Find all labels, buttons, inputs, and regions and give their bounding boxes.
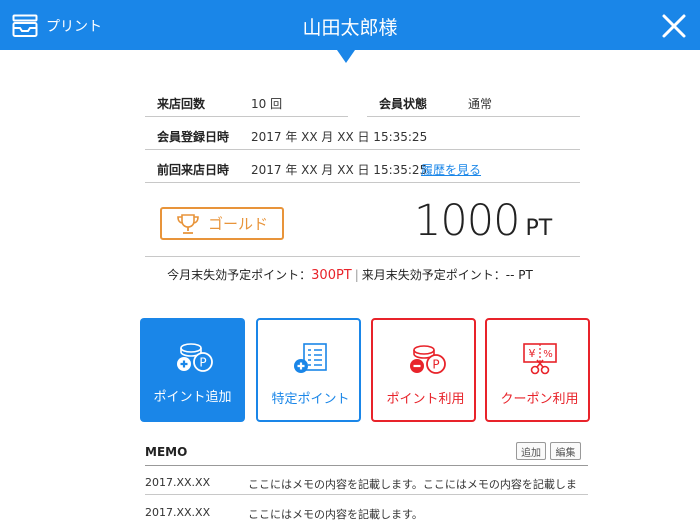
expire-separator: | bbox=[354, 268, 359, 282]
status-value: 通常 bbox=[468, 97, 493, 111]
registered-value: 2017 年 XX 月 XX 日 15:35:25 bbox=[251, 130, 428, 144]
coin-add-icon: P bbox=[176, 343, 213, 372]
points-value: 1000 bbox=[414, 196, 520, 246]
close-icon bbox=[662, 14, 686, 38]
registered-label: 会員登録日時 bbox=[157, 130, 230, 144]
svg-text:¥: ¥ bbox=[528, 347, 535, 360]
memo-row: 2017.XX.XX ここにはメモの内容を記載します。ここにはメモの内容を記載し… bbox=[145, 466, 588, 495]
list-add-icon bbox=[293, 343, 327, 373]
info-row-visits: 来店回数 10 回 会員状態 通常 bbox=[145, 84, 580, 117]
expire-next-month-label: 来月末失効予定ポイント：-- PT bbox=[361, 268, 533, 282]
use-points-label: ポイント利用 bbox=[386, 392, 465, 407]
points-unit: PT bbox=[525, 216, 553, 241]
expire-this-month-label: 今月末失効予定ポイント： bbox=[167, 268, 312, 282]
memo-text: ここにはメモの内容を記載します。 bbox=[248, 508, 423, 521]
rank-badge: ゴールド bbox=[160, 207, 284, 240]
info-row-last-visit: 前回来店日時 2017 年 XX 月 XX 日 15:35:25 履歴を見る bbox=[145, 150, 580, 183]
coin-minus-icon: P bbox=[409, 345, 446, 374]
page-title: 山田太郎様 bbox=[302, 17, 398, 39]
expire-info: 今月末失効予定ポイント：300PT | 来月末失効予定ポイント：-- PT bbox=[0, 266, 700, 283]
trophy-icon bbox=[177, 213, 199, 234]
memo-title: MEMO bbox=[145, 445, 188, 459]
specific-points-label: 特定ポイント bbox=[271, 392, 350, 407]
memo-add-button[interactable]: 追加 bbox=[516, 442, 546, 460]
specific-points-button[interactable]: 特定ポイント bbox=[256, 318, 361, 422]
divider bbox=[145, 256, 580, 257]
memo-edit-button[interactable]: 編集 bbox=[550, 442, 581, 460]
add-points-label: ポイント追加 bbox=[153, 390, 232, 405]
rank-label: ゴールド bbox=[208, 215, 269, 233]
svg-text:P: P bbox=[199, 356, 206, 370]
memo-row: 2017.XX.XX ここにはメモの内容を記載します。 bbox=[145, 496, 588, 525]
memo-date: 2017.XX.XX bbox=[145, 476, 211, 489]
last-visit-value: 2017 年 XX 月 XX 日 15:35:25 bbox=[251, 163, 428, 177]
svg-text:%: % bbox=[543, 349, 553, 360]
memo-date: 2017.XX.XX bbox=[145, 506, 211, 519]
expire-this-month-value: 300PT bbox=[311, 268, 352, 283]
add-points-button[interactable]: P ポイント追加 bbox=[140, 318, 245, 422]
use-coupon-label: クーポン利用 bbox=[500, 392, 579, 407]
last-visit-label: 前回来店日時 bbox=[157, 163, 230, 177]
info-row-registered: 会員登録日時 2017 年 XX 月 XX 日 15:35:25 bbox=[145, 117, 580, 150]
coupon-scissors-icon: ¥ % bbox=[522, 343, 557, 375]
history-link[interactable]: 履歴を見る bbox=[421, 161, 481, 178]
header-pointer bbox=[337, 50, 355, 63]
use-coupon-button[interactable]: ¥ % クーポン利用 bbox=[485, 318, 590, 422]
visits-value: 10 回 bbox=[251, 97, 283, 111]
visits-label: 来店回数 bbox=[157, 97, 206, 111]
close-button[interactable] bbox=[660, 12, 688, 40]
status-label: 会員状態 bbox=[379, 97, 428, 111]
member-info: 来店回数 10 回 会員状態 通常 会員登録日時 2017 年 XX 月 XX … bbox=[145, 84, 580, 183]
header-bar: プリント 山田太郎様 bbox=[0, 0, 700, 50]
svg-text:P: P bbox=[432, 358, 439, 372]
points-display: 1000 PT bbox=[414, 196, 552, 256]
use-points-button[interactable]: P ポイント利用 bbox=[371, 318, 476, 422]
memo-text: ここにはメモの内容を記載します。ここにはメモの内容を記載しま bbox=[248, 478, 577, 491]
